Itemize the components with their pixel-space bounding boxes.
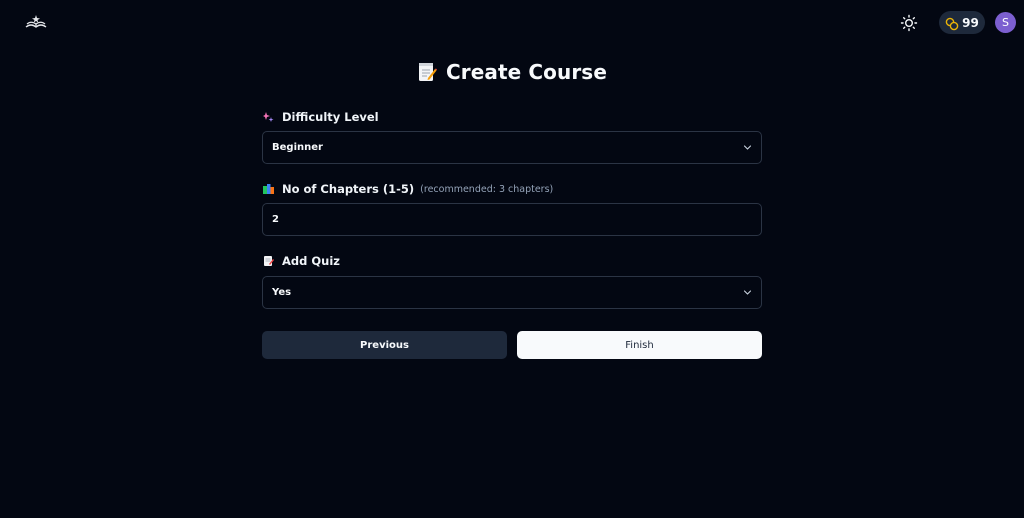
credits-badge[interactable]: 99 — [939, 11, 985, 34]
chapters-input[interactable] — [262, 203, 762, 236]
chapters-label-text: No of Chapters (1-5) — [282, 182, 415, 196]
sun-icon[interactable] — [900, 14, 918, 32]
open-book-icon[interactable] — [24, 13, 48, 31]
credits-count: 99 — [962, 15, 979, 30]
page-title: Create Course — [446, 60, 607, 84]
chevron-down-icon — [743, 143, 752, 152]
coins-icon — [945, 16, 959, 30]
difficulty-label: Difficulty Level — [263, 110, 379, 124]
avatar[interactable]: S — [995, 12, 1016, 33]
difficulty-value: Beginner — [272, 142, 323, 153]
quiz-label: Add Quiz — [263, 254, 340, 268]
quiz-select[interactable]: Yes — [262, 276, 762, 309]
finish-button[interactable]: Finish — [517, 331, 762, 359]
chapters-hint: (recommended: 3 chapters) — [420, 183, 554, 195]
page: 99 S Create Course Difficulty Level Begi… — [0, 0, 1024, 518]
books-icon — [263, 183, 274, 195]
chapters-label: No of Chapters (1-5) (recommended: 3 cha… — [263, 182, 553, 196]
difficulty-select[interactable]: Beginner — [262, 131, 762, 164]
previous-button[interactable]: Previous — [262, 331, 507, 359]
page-header: Create Course — [0, 60, 1024, 84]
memo-icon — [417, 61, 437, 83]
chapters-field[interactable] — [272, 214, 752, 225]
chevron-down-icon — [743, 288, 752, 297]
quiz-label-text: Add Quiz — [282, 254, 340, 268]
quiz-value: Yes — [272, 287, 292, 298]
memo-icon — [263, 255, 274, 267]
sparkles-icon — [263, 111, 274, 123]
difficulty-label-text: Difficulty Level — [282, 110, 379, 124]
